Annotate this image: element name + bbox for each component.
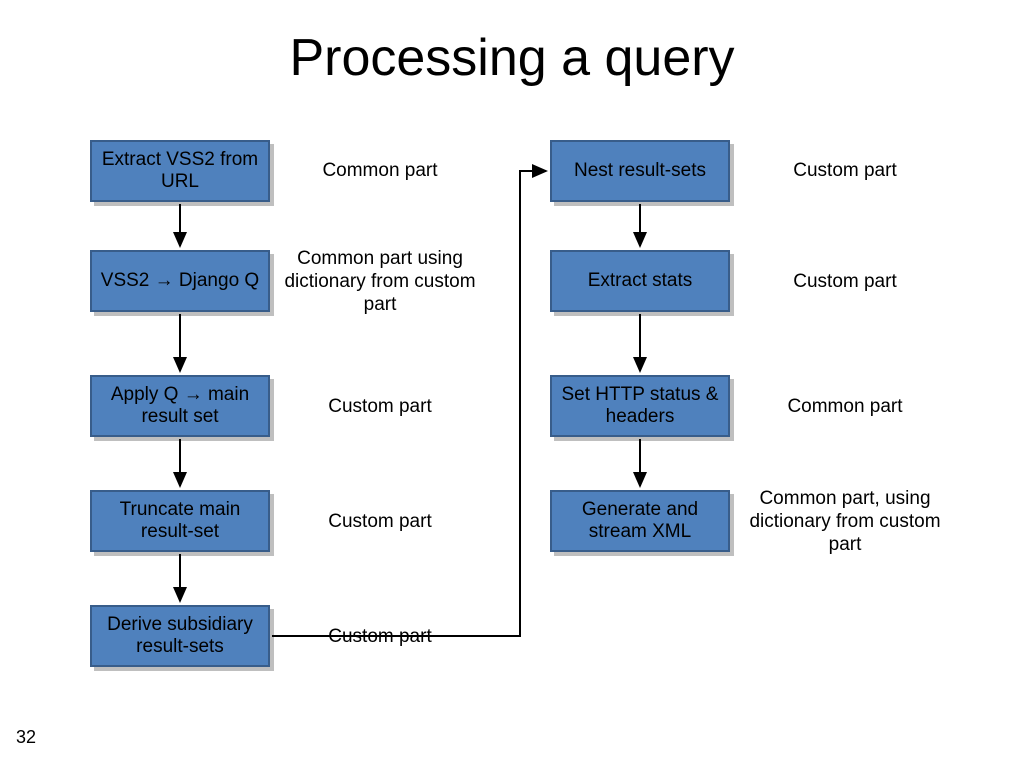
step-box-extract-stats: Extract stats — [550, 250, 730, 312]
step-box-derive-subsidiary: Derive subsidiary result-sets — [90, 605, 270, 667]
step-label-vss2-django-q: Common part using dictionary from custom… — [280, 248, 480, 316]
step-label-generate-xml: Common part, using dictionary from custo… — [745, 488, 945, 556]
step-label-extract-stats: Custom part — [745, 271, 945, 294]
step-box-apply-q: Apply Q → main result set — [90, 375, 270, 437]
step-label-truncate: Custom part — [280, 511, 480, 534]
step-label-nest-result-sets: Custom part — [745, 160, 945, 183]
step-box-generate-xml: Generate and stream XML — [550, 490, 730, 552]
step-box-truncate: Truncate main result-set — [90, 490, 270, 552]
slide-number: 32 — [16, 727, 36, 748]
slide-title: Processing a query — [0, 28, 1024, 88]
step-label-apply-q: Custom part — [280, 396, 480, 419]
step-box-set-http: Set HTTP status & headers — [550, 375, 730, 437]
step-box-nest-result-sets: Nest result-sets — [550, 140, 730, 202]
step-box-vss2-django-q: VSS2 → Django Q — [90, 250, 270, 312]
step-label-derive-subsidiary: Custom part — [280, 626, 480, 649]
step-label-set-http: Common part — [745, 396, 945, 419]
step-label-extract-vss2: Common part — [280, 160, 480, 183]
step-box-extract-vss2: Extract VSS2 from URL — [90, 140, 270, 202]
slide-stage: Processing a query Extract VSS2 from URL… — [0, 0, 1024, 768]
